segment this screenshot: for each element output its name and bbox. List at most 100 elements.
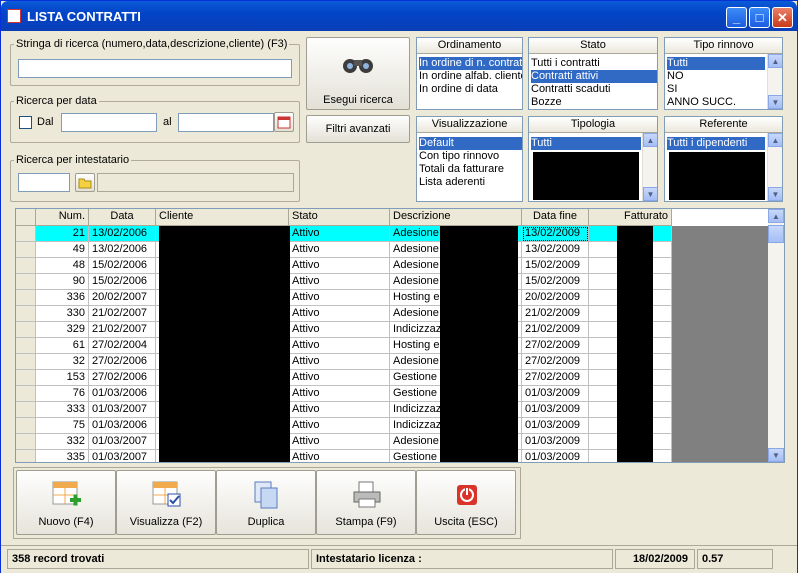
- contracts-grid[interactable]: Num. Data Cliente Stato Descrizione Data…: [15, 208, 785, 463]
- cell-num[interactable]: 21: [36, 226, 89, 242]
- cell-stato[interactable]: Attivo: [289, 274, 390, 290]
- listbox-item[interactable]: Default: [419, 137, 522, 150]
- cell-data[interactable]: 21/02/2007: [89, 322, 156, 338]
- cell-num[interactable]: 336: [36, 290, 89, 306]
- row-selector[interactable]: [16, 290, 36, 306]
- column-header-num[interactable]: Num.: [36, 209, 89, 226]
- cell-fine[interactable]: 27/02/2009: [522, 354, 589, 370]
- cell-stato[interactable]: Attivo: [289, 338, 390, 354]
- uscita-button[interactable]: Uscita (ESC): [416, 470, 516, 535]
- cell-num[interactable]: 90: [36, 274, 89, 290]
- cell-stato[interactable]: Attivo: [289, 306, 390, 322]
- cell-fine[interactable]: 21/02/2009: [522, 306, 589, 322]
- cell-data[interactable]: 15/02/2006: [89, 258, 156, 274]
- table-row[interactable]: 21 13/02/2006 Attivo Adesione 13/02/2009: [16, 226, 672, 242]
- listbox-item[interactable]: Contratti scaduti: [531, 83, 610, 96]
- cell-fine[interactable]: 13/02/2009: [522, 226, 589, 242]
- cell-num[interactable]: 332: [36, 434, 89, 450]
- table-row[interactable]: 335 01/03/2007 Attivo Gestione 01/03/2009: [16, 450, 672, 462]
- cell-data[interactable]: 21/02/2007: [89, 306, 156, 322]
- row-selector[interactable]: [16, 306, 36, 322]
- cell-stato[interactable]: Attivo: [289, 450, 390, 462]
- cell-fine[interactable]: 15/02/2009: [522, 258, 589, 274]
- cell-stato[interactable]: Attivo: [289, 242, 390, 258]
- cell-data[interactable]: 01/03/2007: [89, 402, 156, 418]
- row-selector[interactable]: [16, 386, 36, 402]
- table-row[interactable]: 61 27/02/2004 Attivo Hosting e 27/02/2009: [16, 338, 672, 354]
- cell-fine[interactable]: 21/02/2009: [522, 322, 589, 338]
- cell-data[interactable]: 15/02/2006: [89, 274, 156, 290]
- cell-num[interactable]: 333: [36, 402, 89, 418]
- table-row[interactable]: 333 01/03/2007 Attivo Indicizzaz 01/03/2009: [16, 402, 672, 418]
- listbox-item[interactable]: Tutti i dipendenti: [667, 137, 765, 150]
- column-header-data-fine[interactable]: Data fine: [522, 209, 589, 226]
- cell-data[interactable]: 27/02/2006: [89, 370, 156, 386]
- scroll-up-icon[interactable]: ▲: [643, 133, 657, 147]
- tipo-rinnovo-listbox[interactable]: Tipo rinnovo Tutti NO SI ANNO SUCC. ▲ ▼: [664, 37, 783, 110]
- listbox-item[interactable]: In ordine di n. contratto: [419, 57, 522, 70]
- row-selector[interactable]: [16, 338, 36, 354]
- cell-num[interactable]: 75: [36, 418, 89, 434]
- tipologia-listbox[interactable]: Tipologia Tutti ▲ ▼: [528, 116, 658, 202]
- scroll-down-icon[interactable]: ▼: [768, 448, 784, 462]
- table-row[interactable]: 332 01/03/2007 Attivo Adesione 01/03/2009: [16, 434, 672, 450]
- row-selector[interactable]: [16, 434, 36, 450]
- cell-fine[interactable]: 20/02/2009: [522, 290, 589, 306]
- cell-stato[interactable]: Attivo: [289, 370, 390, 386]
- cell-num[interactable]: 335: [36, 450, 89, 462]
- cell-fine[interactable]: 01/03/2009: [522, 418, 589, 434]
- cell-fine[interactable]: 01/03/2009: [522, 386, 589, 402]
- column-header-data[interactable]: Data: [89, 209, 156, 226]
- column-header-fatturato[interactable]: Fatturato: [589, 209, 672, 226]
- table-row[interactable]: 48 15/02/2006 Attivo Adesione 15/02/2009: [16, 258, 672, 274]
- cell-num[interactable]: 61: [36, 338, 89, 354]
- listbox-item[interactable]: Tutti: [531, 137, 641, 150]
- cell-data[interactable]: 20/02/2007: [89, 290, 156, 306]
- search-button[interactable]: Esegui ricerca: [306, 37, 410, 110]
- cell-num[interactable]: 76: [36, 386, 89, 402]
- row-selector[interactable]: [16, 226, 36, 242]
- cell-data[interactable]: 27/02/2006: [89, 354, 156, 370]
- date-filter-checkbox[interactable]: [19, 116, 32, 129]
- scroll-down-icon[interactable]: ▼: [768, 95, 782, 109]
- table-row[interactable]: 329 21/02/2007 Attivo Indicizzaz 21/02/2009: [16, 322, 672, 338]
- scrollbar[interactable]: ▲ ▼: [767, 133, 782, 201]
- visualizza-button[interactable]: Visualizza (F2): [116, 470, 216, 535]
- table-row[interactable]: 32 27/02/2006 Attivo Adesione 27/02/2009: [16, 354, 672, 370]
- cell-stato[interactable]: Attivo: [289, 290, 390, 306]
- listbox-item[interactable]: SI: [667, 83, 677, 96]
- cell-stato[interactable]: Attivo: [289, 354, 390, 370]
- cell-data[interactable]: 13/02/2006: [89, 226, 156, 242]
- row-selector[interactable]: [16, 418, 36, 434]
- referente-listbox[interactable]: Referente Tutti i dipendenti ▲ ▼: [664, 116, 783, 202]
- scroll-up-icon[interactable]: ▲: [768, 209, 784, 223]
- cell-data[interactable]: 01/03/2007: [89, 450, 156, 462]
- table-row[interactable]: 49 13/02/2006 Attivo Adesione 13/02/2009: [16, 242, 672, 258]
- cell-num[interactable]: 32: [36, 354, 89, 370]
- cell-fine[interactable]: 01/03/2009: [522, 402, 589, 418]
- scroll-up-icon[interactable]: ▲: [768, 133, 782, 147]
- scrollbar[interactable]: ▲ ▼: [767, 54, 782, 109]
- table-row[interactable]: 90 15/02/2006 Attivo Adesione 15/02/2009: [16, 274, 672, 290]
- cell-data[interactable]: 27/02/2004: [89, 338, 156, 354]
- scroll-thumb[interactable]: [768, 225, 784, 243]
- scroll-down-icon[interactable]: ▼: [643, 187, 657, 201]
- owner-browse-button[interactable]: [75, 173, 95, 192]
- listbox-item[interactable]: In ordine alfab. cliente: [419, 70, 522, 83]
- cell-fine[interactable]: 01/03/2009: [522, 450, 589, 462]
- listbox-item[interactable]: Contratti attivi: [531, 70, 657, 83]
- table-row[interactable]: 336 20/02/2007 Attivo Hosting e 20/02/2009: [16, 290, 672, 306]
- cell-num[interactable]: 48: [36, 258, 89, 274]
- cell-fine[interactable]: 27/02/2009: [522, 338, 589, 354]
- listbox-item[interactable]: Lista aderenti: [419, 176, 485, 189]
- cell-stato[interactable]: Attivo: [289, 434, 390, 450]
- close-button[interactable]: ✕: [772, 7, 793, 28]
- column-header-descrizione[interactable]: Descrizione: [390, 209, 522, 226]
- listbox-item[interactable]: Totali da fatturare: [419, 163, 504, 176]
- row-selector[interactable]: [16, 258, 36, 274]
- cell-fine[interactable]: 27/02/2009: [522, 370, 589, 386]
- stato-listbox[interactable]: Stato Tutti i contratti Contratti attivi…: [528, 37, 658, 110]
- visualizzazione-listbox[interactable]: Visualizzazione Default Con tipo rinnovo…: [416, 116, 523, 202]
- listbox-item[interactable]: Tutti: [667, 57, 765, 70]
- grid-scrollbar[interactable]: ▲ ▼: [768, 209, 784, 462]
